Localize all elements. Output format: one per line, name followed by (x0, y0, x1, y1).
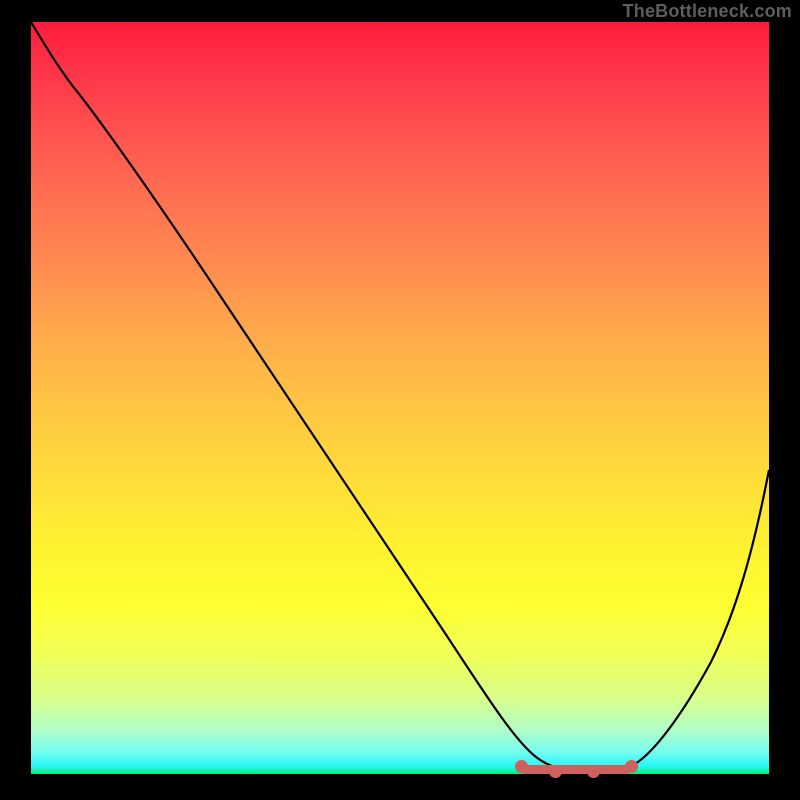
optimal-region-mid-dot-1 (549, 765, 562, 778)
watermark-label: TheBottleneck.com (623, 1, 792, 22)
chart-container: TheBottleneck.com (0, 0, 800, 800)
optimal-region-bar (521, 765, 631, 774)
optimal-region-start-dot (515, 760, 528, 773)
optimal-region-end-dot (625, 760, 638, 773)
bottleneck-curve-path (31, 22, 769, 770)
plot-area (31, 22, 769, 774)
curve-layer (31, 22, 769, 774)
optimal-region-mid-dot-2 (587, 765, 600, 778)
